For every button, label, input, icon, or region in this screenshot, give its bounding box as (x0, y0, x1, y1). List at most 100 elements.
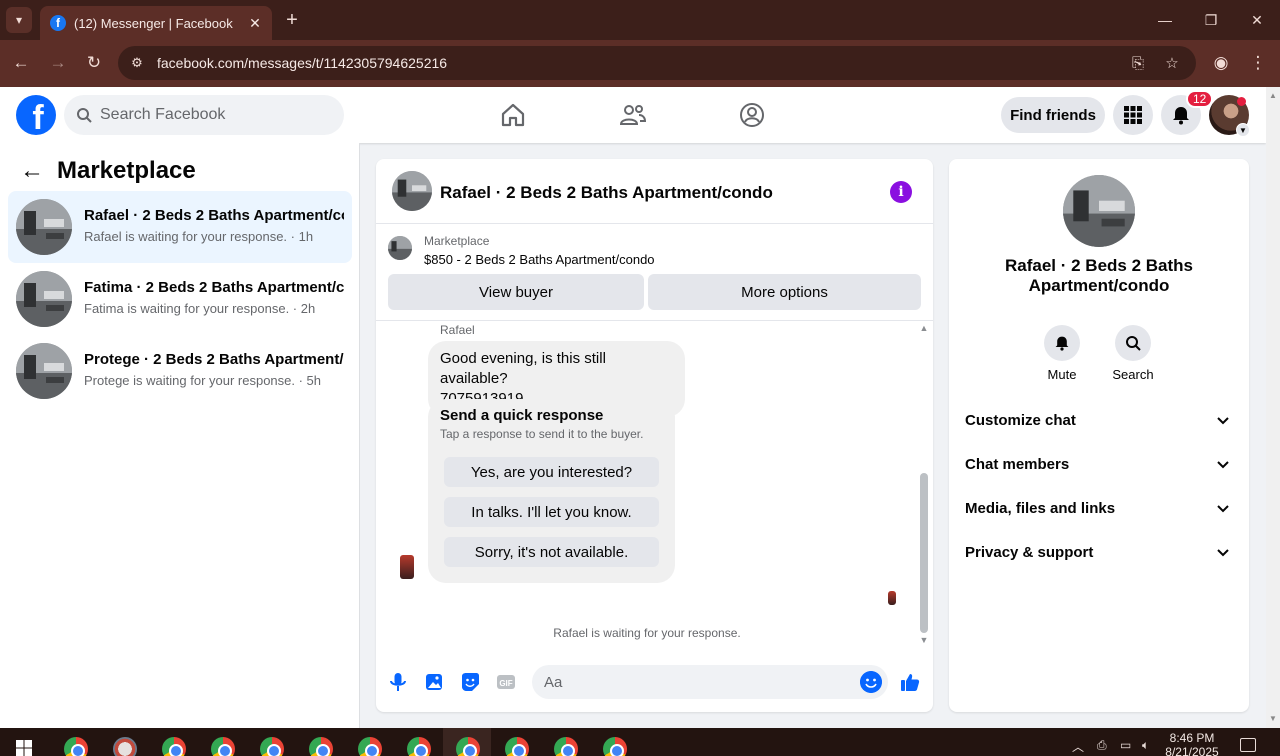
clock-time: 8:46 PM (1169, 731, 1215, 745)
search-icon (77, 108, 92, 123)
back-arrow-icon[interactable]: ← (20, 157, 44, 184)
conversation-item[interactable]: Rafael · 2 Beds 2 Baths Apartment/condo … (8, 191, 352, 263)
tab-search-button[interactable]: ▾ (6, 7, 32, 33)
chrome-app-icon[interactable] (358, 737, 382, 756)
search-icon (1115, 325, 1151, 361)
search-input[interactable] (100, 106, 320, 124)
bell-icon (1173, 107, 1189, 125)
scroll-down-icon[interactable]: ▼ (918, 635, 930, 645)
notification-center-icon[interactable] (1240, 738, 1256, 752)
new-tab-button[interactable]: + (280, 8, 304, 32)
page-scrollbar[interactable]: ▲ ▼ (1266, 87, 1280, 728)
meet-now-icon[interactable]: ⎙ (1097, 738, 1107, 753)
thumbs-up-icon[interactable] (899, 671, 921, 693)
find-friends-button[interactable]: Find friends (1001, 97, 1105, 133)
quick-response-button[interactable]: Sorry, it's not available. (444, 537, 659, 567)
tray-expand-icon[interactable]: ︿ (1072, 738, 1084, 755)
tab-close-icon[interactable]: ✕ (244, 12, 266, 34)
minimize-button[interactable]: — (1142, 0, 1188, 40)
scroll-down-icon[interactable]: ▼ (1266, 714, 1280, 724)
view-buyer-button[interactable]: View buyer (388, 274, 644, 310)
privacy-support-row[interactable]: Privacy & support (957, 530, 1241, 574)
quick-response-button[interactable]: In talks. I'll let you know. (444, 497, 659, 527)
forward-button[interactable]: → (45, 50, 71, 76)
address-bar[interactable]: ⚙ facebook.com/messages/t/11423057946252… (118, 46, 1196, 80)
emoji-icon[interactable] (860, 671, 882, 693)
browser-tab-bar: ▾ f (12) Messenger | Facebook ✕ + — ❐ ✕ (0, 0, 1280, 40)
info-icon[interactable]: i (890, 181, 912, 203)
chat-panel: Rafael · 2 Beds 2 Baths Apartment/condo … (376, 159, 933, 712)
scroll-up-icon[interactable]: ▲ (918, 323, 930, 333)
more-options-button[interactable]: More options (648, 274, 921, 310)
conversation-status: Protege is waiting for your response. · … (84, 373, 322, 388)
chrome-app-icon[interactable] (309, 737, 333, 756)
conversation-item[interactable]: Fatima · 2 Beds 2 Baths Apartment/condo … (8, 263, 352, 335)
chrome-app-icon[interactable] (554, 737, 578, 756)
windows-taskbar: ︿ ⎙ ▭ 🔈︎ 8:46 PM 8/21/2025 (0, 728, 1280, 756)
photo-icon[interactable] (423, 671, 445, 693)
chat-members-row[interactable]: Chat members (957, 442, 1241, 486)
message-list: Rafael Good evening, is this still avail… (376, 321, 933, 651)
listing-title[interactable]: $850 - 2 Beds 2 Baths Apartment/condo (424, 252, 655, 267)
search-box[interactable] (64, 95, 344, 135)
listing-avatar (16, 343, 72, 399)
chevron-down-icon (1217, 461, 1229, 469)
bookmark-star-icon[interactable]: ☆ (1162, 53, 1182, 73)
section-label: Privacy & support (965, 543, 1094, 561)
url-text[interactable]: facebook.com/messages/t/1142305794625216 (157, 55, 447, 71)
conversation-item[interactable]: Protege · 2 Beds 2 Baths Apartment/condo… (8, 335, 352, 407)
groups-icon[interactable] (738, 101, 766, 129)
chrome-app-icon[interactable] (260, 737, 284, 756)
restore-button[interactable]: ❐ (1188, 0, 1234, 40)
contact-avatar[interactable] (1063, 175, 1135, 247)
taskbar-clock[interactable]: 8:46 PM 8/21/2025 (1160, 731, 1224, 756)
clock-date: 8/21/2025 (1165, 745, 1219, 756)
scrollbar-thumb[interactable] (920, 473, 928, 633)
network-icon[interactable]: ▭ (1120, 738, 1131, 752)
message-input[interactable] (532, 665, 888, 699)
reload-button[interactable]: ↻ (81, 50, 107, 76)
chrome-app-icon[interactable] (162, 737, 186, 756)
app-icon[interactable] (113, 737, 137, 756)
grid-icon (1124, 106, 1142, 124)
site-settings-icon[interactable]: ⚙ (128, 54, 146, 72)
conversation-name: Fatima · 2 Beds 2 Baths Apartment/condo (84, 279, 344, 296)
scroll-up-icon[interactable]: ▲ (1266, 91, 1280, 101)
menu-grid-button[interactable] (1113, 95, 1153, 135)
chrome-app-icon[interactable] (456, 737, 480, 756)
chrome-app-icon[interactable] (407, 737, 431, 756)
chat-scrollbar[interactable]: ▲ ▼ (918, 321, 930, 651)
chrome-app-icon[interactable] (64, 737, 88, 756)
close-window-button[interactable]: ✕ (1234, 0, 1280, 40)
chat-header: Rafael · 2 Beds 2 Baths Apartment/condo … (376, 159, 933, 224)
chrome-app-icon[interactable] (505, 737, 529, 756)
profile-icon[interactable]: ◉ (1208, 50, 1234, 76)
browser-tab[interactable]: f (12) Messenger | Facebook ✕ (40, 6, 272, 40)
mute-button[interactable]: Mute (1034, 325, 1090, 382)
microphone-icon[interactable] (387, 671, 409, 693)
contact-name: Rafael · 2 Beds 2 Baths Apartment/condo (1004, 256, 1193, 295)
home-icon[interactable] (499, 101, 527, 129)
customize-chat-row[interactable]: Customize chat (957, 398, 1241, 442)
gif-icon[interactable]: GIF (495, 671, 517, 693)
facebook-logo[interactable]: f (16, 95, 56, 135)
back-button[interactable]: ← (8, 50, 34, 76)
chrome-app-icon[interactable] (211, 737, 235, 756)
chat-title[interactable]: Rafael · 2 Beds 2 Baths Apartment/condo (440, 183, 773, 203)
chrome-app-icon[interactable] (603, 737, 627, 756)
chevron-down-icon[interactable]: ▼ (1236, 123, 1250, 137)
windows-start-icon[interactable] (16, 740, 32, 756)
browser-menu-icon[interactable]: ⋮ (1245, 50, 1271, 76)
chat-details-panel: Rafael · 2 Beds 2 Baths Apartment/condo … (949, 159, 1249, 712)
quick-response-button[interactable]: Yes, are you interested? (444, 457, 659, 487)
search-in-chat-button[interactable]: Search (1105, 325, 1161, 382)
bell-icon (1044, 325, 1080, 361)
sticker-icon[interactable] (459, 671, 481, 693)
volume-icon[interactable]: 🔈︎ (1142, 738, 1149, 753)
sender-name: Rafael (440, 323, 475, 337)
install-app-icon[interactable]: ⎘ (1128, 53, 1148, 73)
chat-avatar[interactable] (392, 171, 432, 211)
mute-label: Mute (1047, 367, 1077, 382)
friends-icon[interactable] (619, 101, 647, 129)
media-files-links-row[interactable]: Media, files and links (957, 486, 1241, 530)
